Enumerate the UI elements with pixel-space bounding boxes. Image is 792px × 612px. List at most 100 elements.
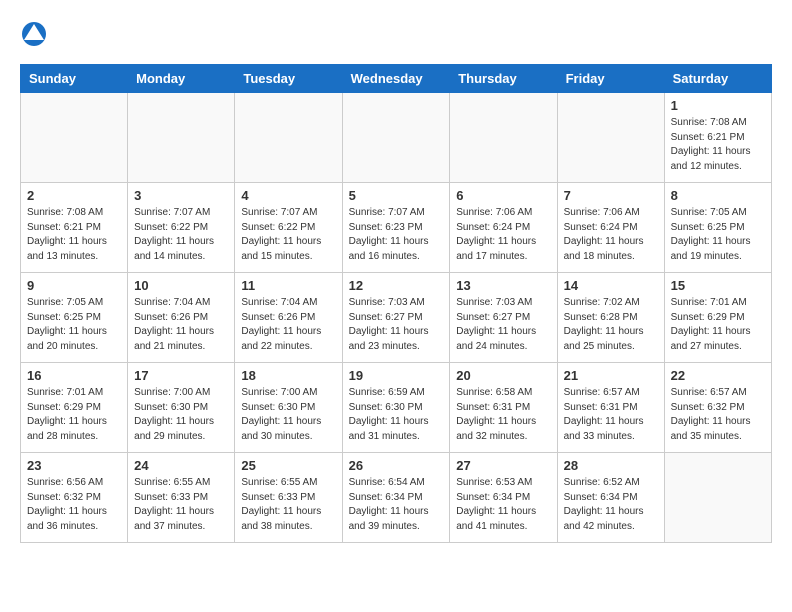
day-number: 20 [456, 368, 550, 383]
calendar-cell: 8 Sunrise: 7:05 AM Sunset: 6:25 PM Daylig… [664, 183, 771, 273]
day-info: Sunrise: 7:05 AM Sunset: 6:25 PM Dayligh… [27, 296, 121, 354]
day-info: Sunrise: 7:00 AM Sunset: 6:30 PM Dayligh… [134, 386, 228, 444]
calendar-cell [450, 93, 557, 183]
calendar-cell: 11 Sunrise: 7:04 AM Sunset: 6:26 PM Dayli… [235, 273, 342, 363]
day-number: 26 [349, 458, 444, 473]
logo [20, 20, 52, 48]
calendar-cell [128, 93, 235, 183]
logo-icon [20, 20, 48, 48]
day-info: Sunrise: 7:04 AM Sunset: 6:26 PM Dayligh… [134, 296, 228, 354]
day-number: 11 [241, 278, 335, 293]
calendar-cell [235, 93, 342, 183]
calendar-cell: 2 Sunrise: 7:08 AM Sunset: 6:21 PM Daylig… [21, 183, 128, 273]
week-row-4: 16 Sunrise: 7:01 AM Sunset: 6:29 PM Dayli… [21, 363, 772, 453]
day-number: 15 [671, 278, 765, 293]
weekday-header-sunday: Sunday [21, 65, 128, 93]
calendar-cell: 25 Sunrise: 6:55 AM Sunset: 6:33 PM Dayli… [235, 453, 342, 543]
weekday-header-monday: Monday [128, 65, 235, 93]
day-info: Sunrise: 7:07 AM Sunset: 6:22 PM Dayligh… [134, 206, 228, 264]
weekday-header-wednesday: Wednesday [342, 65, 450, 93]
day-info: Sunrise: 6:55 AM Sunset: 6:33 PM Dayligh… [241, 476, 335, 534]
calendar-cell: 13Sunrise: 7:03 AM Sunset: 6:27 PM Dayli… [450, 273, 557, 363]
calendar-cell: 14 Sunrise: 7:02 AM Sunset: 6:28 PM Dayli… [557, 273, 664, 363]
day-info: Sunrise: 7:05 AM Sunset: 6:25 PM Dayligh… [671, 206, 765, 264]
day-info: Sunrise: 6:57 AM Sunset: 6:32 PM Dayligh… [671, 386, 765, 444]
calendar-cell: 9 Sunrise: 7:05 AM Sunset: 6:25 PM Daylig… [21, 273, 128, 363]
weekday-header-saturday: Saturday [664, 65, 771, 93]
calendar-cell: 4 Sunrise: 7:07 AM Sunset: 6:22 PM Daylig… [235, 183, 342, 273]
day-number: 7 [564, 188, 658, 203]
calendar-cell: 28 Sunrise: 6:52 AM Sunset: 6:34 PM Dayli… [557, 453, 664, 543]
day-number: 8 [671, 188, 765, 203]
calendar-cell: 19 Sunrise: 6:59 AM Sunset: 6:30 PM Dayli… [342, 363, 450, 453]
calendar-cell: 15 Sunrise: 7:01 AM Sunset: 6:29 PM Dayli… [664, 273, 771, 363]
weekday-header-thursday: Thursday [450, 65, 557, 93]
calendar-cell: 10 Sunrise: 7:04 AM Sunset: 6:26 PM Dayli… [128, 273, 235, 363]
day-info: Sunrise: 7:01 AM Sunset: 6:29 PM Dayligh… [671, 296, 765, 354]
day-info: Sunrise: 7:07 AM Sunset: 6:22 PM Dayligh… [241, 206, 335, 264]
calendar-cell: 17 Sunrise: 7:00 AM Sunset: 6:30 PM Dayli… [128, 363, 235, 453]
day-info: Sunrise: 6:54 AM Sunset: 6:34 PM Dayligh… [349, 476, 444, 534]
day-info: Sunrise: 7:08 AM Sunset: 6:21 PM Dayligh… [27, 206, 121, 264]
weekday-header-friday: Friday [557, 65, 664, 93]
day-number: 2 [27, 188, 121, 203]
weekday-header-tuesday: Tuesday [235, 65, 342, 93]
calendar-cell: 3 Sunrise: 7:07 AM Sunset: 6:22 PM Daylig… [128, 183, 235, 273]
day-number: 14 [564, 278, 658, 293]
day-info: Sunrise: 7:04 AM Sunset: 6:26 PM Dayligh… [241, 296, 335, 354]
day-number: 19 [349, 368, 444, 383]
calendar-cell: 24 Sunrise: 6:55 AM Sunset: 6:33 PM Dayli… [128, 453, 235, 543]
calendar-cell: 20 Sunrise: 6:58 AM Sunset: 6:31 PM Dayli… [450, 363, 557, 453]
day-number: 16 [27, 368, 121, 383]
day-info: Sunrise: 6:58 AM Sunset: 6:31 PM Dayligh… [456, 386, 550, 444]
week-row-3: 9 Sunrise: 7:05 AM Sunset: 6:25 PM Daylig… [21, 273, 772, 363]
calendar-cell: 26 Sunrise: 6:54 AM Sunset: 6:34 PM Dayli… [342, 453, 450, 543]
calendar-cell [664, 453, 771, 543]
calendar-cell [21, 93, 128, 183]
day-info: Sunrise: 6:52 AM Sunset: 6:34 PM Dayligh… [564, 476, 658, 534]
day-number: 4 [241, 188, 335, 203]
week-row-2: 2 Sunrise: 7:08 AM Sunset: 6:21 PM Daylig… [21, 183, 772, 273]
calendar-table: SundayMondayTuesdayWednesdayThursdayFrid… [20, 64, 772, 543]
calendar-cell: 6 Sunrise: 7:06 AM Sunset: 6:24 PM Daylig… [450, 183, 557, 273]
day-number: 1 [671, 98, 765, 113]
day-number: 25 [241, 458, 335, 473]
day-number: 3 [134, 188, 228, 203]
day-number: 24 [134, 458, 228, 473]
day-number: 28 [564, 458, 658, 473]
day-number: 22 [671, 368, 765, 383]
day-number: 23 [27, 458, 121, 473]
calendar-cell: 12Sunrise: 7:03 AM Sunset: 6:27 PM Dayli… [342, 273, 450, 363]
day-number: 9 [27, 278, 121, 293]
calendar-cell: 16 Sunrise: 7:01 AM Sunset: 6:29 PM Dayli… [21, 363, 128, 453]
day-info: Sunrise: 7:00 AM Sunset: 6:30 PM Dayligh… [241, 386, 335, 444]
day-number: 6 [456, 188, 550, 203]
day-info: Sunrise: 6:55 AM Sunset: 6:33 PM Dayligh… [134, 476, 228, 534]
day-number: 12 [349, 278, 444, 293]
calendar-cell: 23 Sunrise: 6:56 AM Sunset: 6:32 PM Dayli… [21, 453, 128, 543]
calendar-cell [557, 93, 664, 183]
day-info: Sunrise: 6:57 AM Sunset: 6:31 PM Dayligh… [564, 386, 658, 444]
day-number: 21 [564, 368, 658, 383]
calendar-cell: 27Sunrise: 6:53 AM Sunset: 6:34 PM Dayli… [450, 453, 557, 543]
calendar-cell: 1 Sunrise: 7:08 AM Sunset: 6:21 PM Daylig… [664, 93, 771, 183]
day-number: 10 [134, 278, 228, 293]
weekday-header-row: SundayMondayTuesdayWednesdayThursdayFrid… [21, 65, 772, 93]
day-info: Sunrise: 7:06 AM Sunset: 6:24 PM Dayligh… [456, 206, 550, 264]
day-info: Sunrise: 6:59 AM Sunset: 6:30 PM Dayligh… [349, 386, 444, 444]
week-row-5: 23 Sunrise: 6:56 AM Sunset: 6:32 PM Dayli… [21, 453, 772, 543]
day-info: Sunrise: 7:07 AM Sunset: 6:23 PM Dayligh… [349, 206, 444, 264]
calendar-cell [342, 93, 450, 183]
day-info: Sunrise: 7:03 AM Sunset: 6:27 PM Dayligh… [456, 296, 550, 354]
day-info: Sunrise: 6:53 AM Sunset: 6:34 PM Dayligh… [456, 476, 550, 534]
day-info: Sunrise: 7:08 AM Sunset: 6:21 PM Dayligh… [671, 116, 765, 174]
day-info: Sunrise: 7:01 AM Sunset: 6:29 PM Dayligh… [27, 386, 121, 444]
day-number: 18 [241, 368, 335, 383]
calendar-cell: 7Sunrise: 7:06 AM Sunset: 6:24 PM Daylig… [557, 183, 664, 273]
week-row-1: 1 Sunrise: 7:08 AM Sunset: 6:21 PM Daylig… [21, 93, 772, 183]
day-info: Sunrise: 7:02 AM Sunset: 6:28 PM Dayligh… [564, 296, 658, 354]
calendar-cell: 5Sunrise: 7:07 AM Sunset: 6:23 PM Daylig… [342, 183, 450, 273]
calendar-cell: 22 Sunrise: 6:57 AM Sunset: 6:32 PM Dayli… [664, 363, 771, 453]
day-info: Sunrise: 6:56 AM Sunset: 6:32 PM Dayligh… [27, 476, 121, 534]
day-number: 17 [134, 368, 228, 383]
